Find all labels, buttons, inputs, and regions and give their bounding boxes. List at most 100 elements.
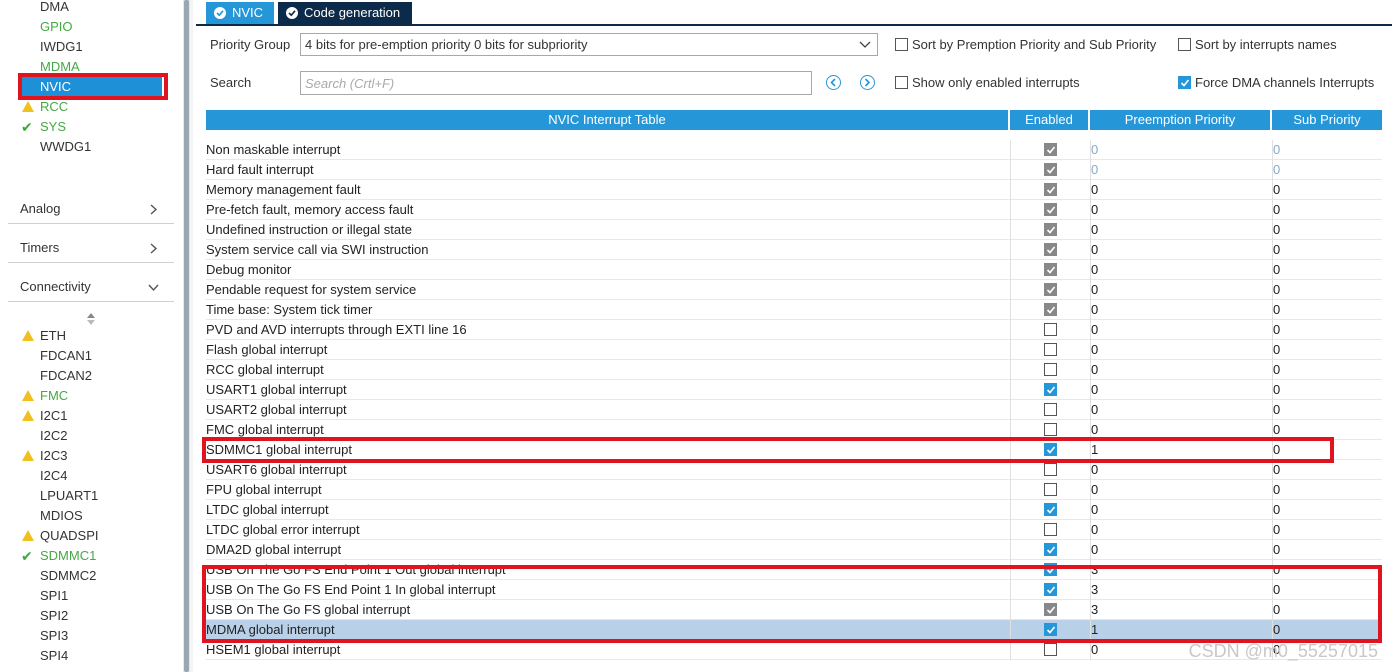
warning-icon: [22, 530, 34, 541]
enabled-checkbox[interactable]: [1044, 343, 1057, 356]
preemption-priority-cell[interactable]: 0: [1090, 300, 1270, 320]
table-row[interactable]: Memory management fault 0 0: [206, 180, 1382, 200]
preemption-priority-cell[interactable]: 0: [1090, 380, 1270, 400]
sub-priority-cell[interactable]: 0: [1272, 200, 1382, 220]
category-analog[interactable]: Analog: [8, 194, 174, 224]
tab-nvic[interactable]: NVIC: [206, 2, 274, 24]
enabled-checkbox: [1044, 143, 1057, 156]
preemption-priority-cell[interactable]: 0: [1090, 360, 1270, 380]
show-only-enabled-checkbox[interactable]: [895, 76, 908, 89]
sub-priority-cell[interactable]: 0: [1272, 540, 1382, 560]
preemption-priority-cell[interactable]: 0: [1090, 160, 1270, 180]
column-header-name[interactable]: NVIC Interrupt Table: [206, 110, 1008, 130]
enabled-checkbox: [1044, 203, 1057, 216]
table-row[interactable]: LTDC global interrupt 0 0: [206, 500, 1382, 520]
table-row[interactable]: USART1 global interrupt 0 0: [206, 380, 1382, 400]
column-header-enabled[interactable]: Enabled: [1010, 110, 1088, 130]
category-timers[interactable]: Timers: [8, 233, 174, 263]
table-row[interactable]: USART6 global interrupt 0 0: [206, 460, 1382, 480]
table-row[interactable]: FPU global interrupt 0 0: [206, 480, 1382, 500]
enabled-checkbox[interactable]: [1044, 483, 1057, 496]
enabled-cell: [1010, 160, 1088, 180]
enabled-cell: [1010, 320, 1088, 340]
enabled-checkbox[interactable]: [1044, 463, 1057, 476]
table-row[interactable]: Pre-fetch fault, memory access fault 0 0: [206, 200, 1382, 220]
force-dma-checkbox[interactable]: [1178, 76, 1191, 89]
sub-priority-cell[interactable]: 0: [1272, 280, 1382, 300]
table-row[interactable]: Time base: System tick timer 0 0: [206, 300, 1382, 320]
search-input[interactable]: [300, 71, 812, 95]
sort-by-names-checkbox[interactable]: [1178, 38, 1191, 51]
preemption-priority-cell[interactable]: 0: [1090, 460, 1270, 480]
interrupt-name: DMA2D global interrupt: [206, 542, 342, 557]
table-row[interactable]: USART2 global interrupt 0 0: [206, 400, 1382, 420]
enabled-checkbox[interactable]: [1044, 503, 1057, 516]
preemption-priority-cell[interactable]: 0: [1090, 320, 1270, 340]
sub-priority-cell[interactable]: 0: [1272, 160, 1382, 180]
preemption-priority-cell[interactable]: 0: [1090, 500, 1270, 520]
preemption-priority-cell[interactable]: 0: [1090, 400, 1270, 420]
preemption-priority-cell[interactable]: 0: [1090, 340, 1270, 360]
sub-priority-cell[interactable]: 0: [1272, 520, 1382, 540]
enabled-checkbox[interactable]: [1044, 383, 1057, 396]
table-row[interactable]: Hard fault interrupt 0 0: [206, 160, 1382, 180]
preemption-priority-cell[interactable]: 0: [1090, 240, 1270, 260]
table-row[interactable]: Non maskable interrupt 0 0: [206, 140, 1382, 160]
sub-priority-cell[interactable]: 0: [1272, 360, 1382, 380]
sub-priority-cell[interactable]: 0: [1272, 400, 1382, 420]
sub-priority-cell[interactable]: 0: [1272, 480, 1382, 500]
priority-group-select[interactable]: 4 bits for pre-emption priority 0 bits f…: [300, 33, 878, 56]
enabled-checkbox[interactable]: [1044, 403, 1057, 416]
table-row[interactable]: Flash global interrupt 0 0: [206, 340, 1382, 360]
sub-priority-cell[interactable]: 0: [1272, 220, 1382, 240]
watermark: CSDN @m0_55257015: [1188, 641, 1378, 661]
preemption-priority-cell[interactable]: 0: [1090, 260, 1270, 280]
category-connectivity[interactable]: Connectivity: [8, 272, 174, 302]
preemption-priority-cell[interactable]: 0: [1090, 520, 1270, 540]
enabled-checkbox[interactable]: [1044, 543, 1057, 556]
sub-priority-cell[interactable]: 0: [1272, 260, 1382, 280]
enabled-checkbox[interactable]: [1044, 523, 1057, 536]
preemption-priority-cell[interactable]: 0: [1090, 140, 1270, 160]
table-row[interactable]: System service call via SWI instruction 0…: [206, 240, 1382, 260]
enabled-checkbox[interactable]: [1044, 643, 1057, 656]
preemption-priority-cell[interactable]: 0: [1090, 280, 1270, 300]
table-row[interactable]: RCC global interrupt 0 0: [206, 360, 1382, 380]
sub-priority-cell[interactable]: 0: [1272, 340, 1382, 360]
sidebar-item-label: I2C3: [40, 448, 68, 463]
table-row[interactable]: Pendable request for system service 0 0: [206, 280, 1382, 300]
preemption-priority-cell[interactable]: 0: [1090, 200, 1270, 220]
preemption-priority-cell[interactable]: 0: [1090, 540, 1270, 560]
sub-priority-cell[interactable]: 0: [1272, 240, 1382, 260]
table-row[interactable]: DMA2D global interrupt 0 0: [206, 540, 1382, 560]
column-header-sub-priority[interactable]: Sub Priority: [1272, 110, 1382, 130]
sub-priority-cell[interactable]: 0: [1272, 180, 1382, 200]
enabled-checkbox[interactable]: [1044, 323, 1057, 336]
preemption-priority-cell[interactable]: 0: [1090, 220, 1270, 240]
sub-priority-cell[interactable]: 0: [1272, 380, 1382, 400]
search-next-button[interactable]: [860, 75, 875, 90]
preemption-priority-cell[interactable]: 0: [1090, 180, 1270, 200]
sub-priority-cell[interactable]: 0: [1272, 460, 1382, 480]
table-row[interactable]: PVD and AVD interrupts through EXTI line…: [206, 320, 1382, 340]
column-header-preemption[interactable]: Preemption Priority: [1090, 110, 1270, 130]
table-row[interactable]: LTDC global error interrupt 0 0: [206, 520, 1382, 540]
search-prev-button[interactable]: [826, 75, 841, 90]
panel-divider[interactable]: [190, 0, 193, 672]
sub-priority-cell[interactable]: 0: [1272, 300, 1382, 320]
annotation-box-usb-mdma: [202, 565, 1382, 643]
table-row[interactable]: Debug monitor 0 0: [206, 260, 1382, 280]
sidebar-scrollbar-thumb[interactable]: [184, 0, 189, 672]
check-circle-icon: [286, 7, 298, 19]
sub-priority-cell[interactable]: 0: [1272, 140, 1382, 160]
enabled-checkbox[interactable]: [1044, 363, 1057, 376]
sub-priority-cell[interactable]: 0: [1272, 500, 1382, 520]
table-row[interactable]: Undefined instruction or illegal state 0 0: [206, 220, 1382, 240]
sort-by-priority-checkbox[interactable]: [895, 38, 908, 51]
enabled-cell: [1010, 500, 1088, 520]
sort-arrows-icon[interactable]: [85, 312, 97, 326]
preemption-priority-cell[interactable]: 0: [1090, 480, 1270, 500]
enabled-checkbox[interactable]: [1044, 423, 1057, 436]
sub-priority-cell[interactable]: 0: [1272, 320, 1382, 340]
tab-code-generation[interactable]: Code generation: [278, 2, 412, 24]
